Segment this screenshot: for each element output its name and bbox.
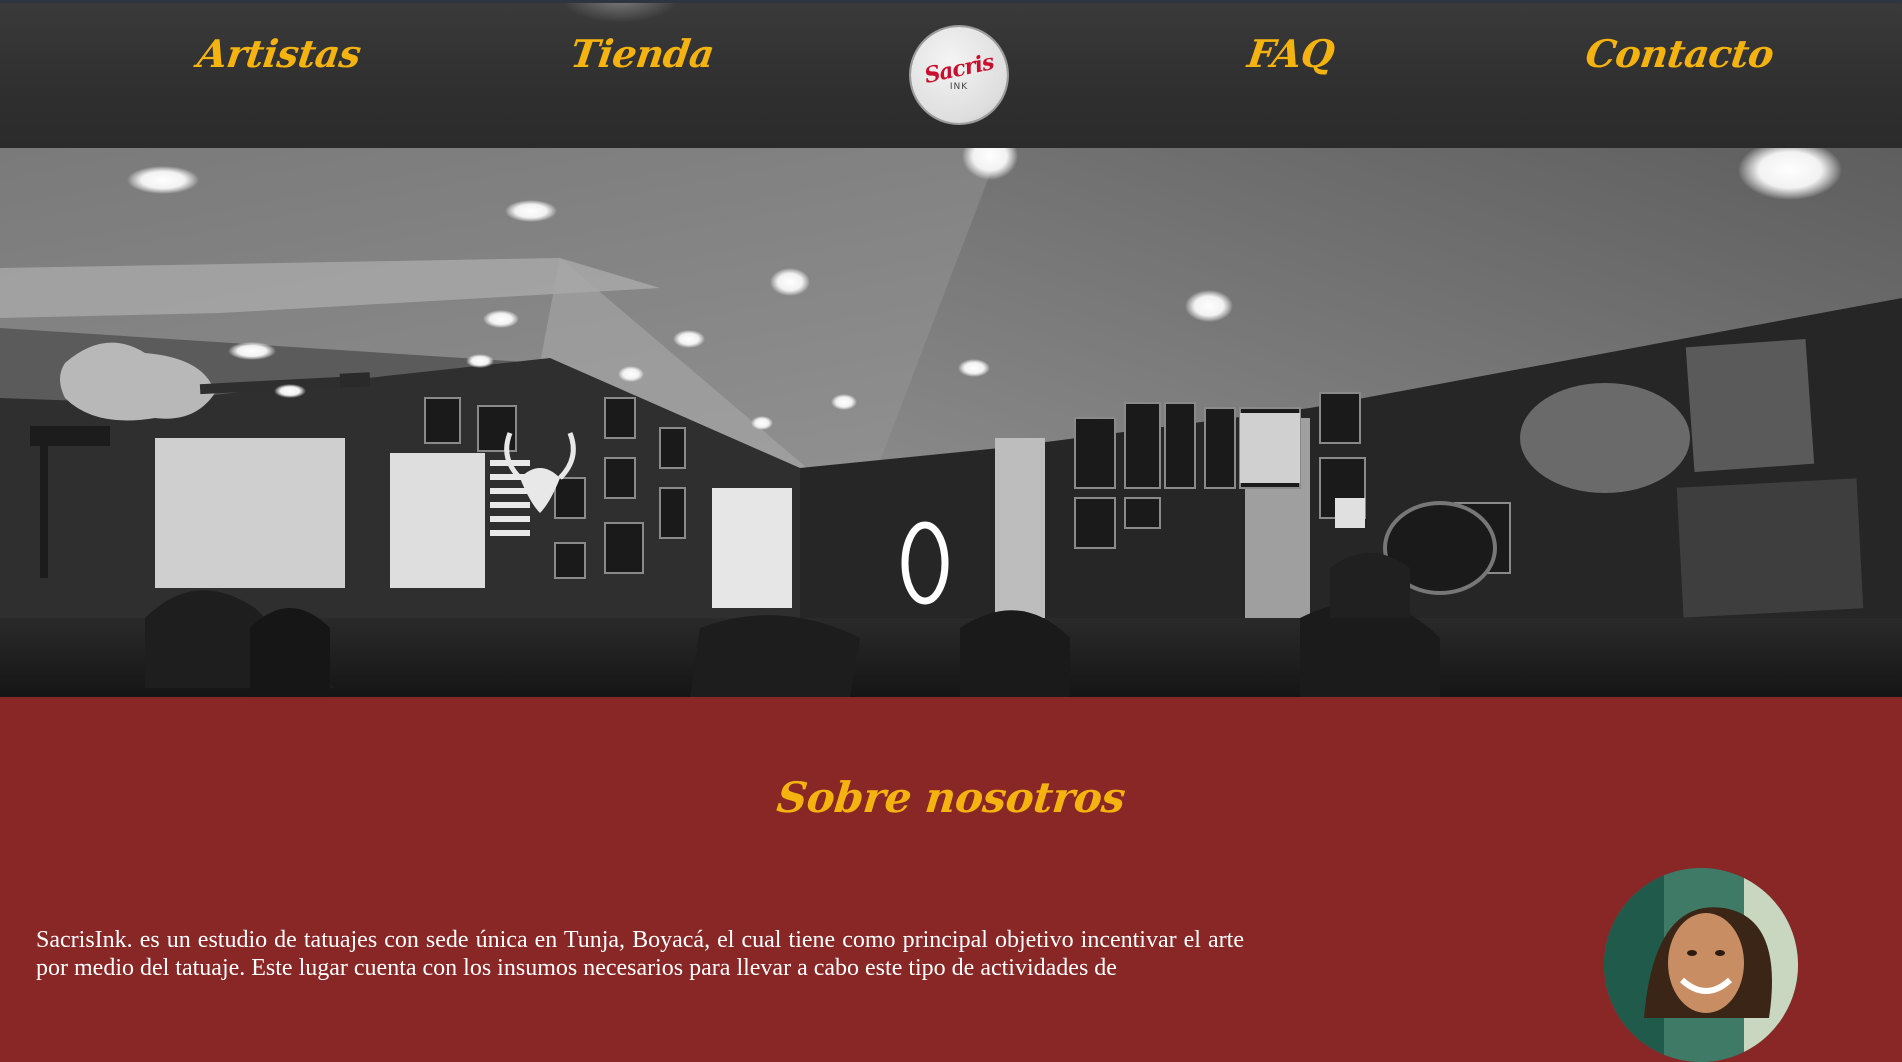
sacrisink-logo[interactable]: Sacris INK	[911, 27, 1007, 123]
ceiling-light-glow	[560, 3, 680, 23]
nav-artistas[interactable]: Artistas	[195, 31, 364, 76]
portrait-illustration	[1604, 868, 1798, 1062]
site-header: Artistas Tienda Sacris INK FAQ Contacto	[0, 3, 1902, 148]
hero-studio-photo	[0, 148, 1902, 697]
nav-faq[interactable]: FAQ	[1245, 31, 1337, 76]
nav-tienda[interactable]: Tienda	[568, 31, 717, 76]
studio-interior-illustration	[0, 148, 1902, 697]
about-description: SacrisInk. es un estudio de tatuajes con…	[36, 927, 1244, 981]
about-title: Sobre nosotros	[774, 772, 1128, 822]
team-member-photo	[1604, 868, 1798, 1062]
logo-mark: Sacris	[922, 49, 996, 89]
nav-contacto[interactable]: Contacto	[1583, 31, 1777, 76]
